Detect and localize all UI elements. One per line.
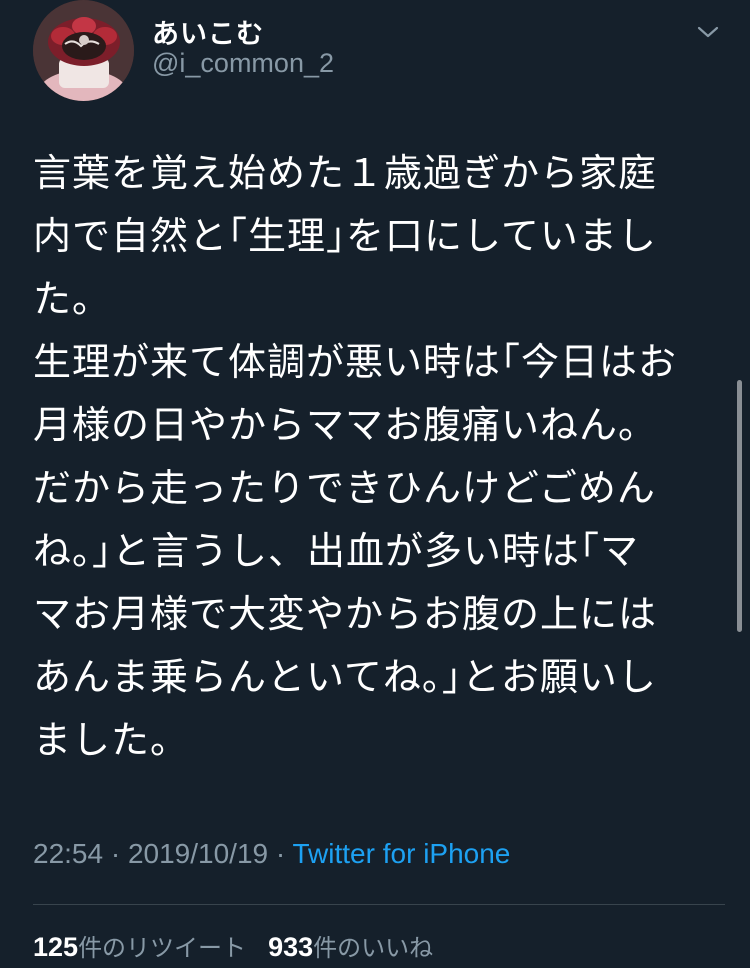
retweets-count: 125 (33, 932, 79, 962)
likes-count: 933 (268, 932, 314, 962)
tweet-line: 言葉を覚え始めた１歳過ぎから家庭 (33, 151, 658, 195)
retweets-label: 件のリツイート (78, 934, 247, 962)
tweet-line: あんま乗らんといてね。｣とお願いし (33, 655, 657, 699)
tweet-meta: 22:54 · 2019/10/19 · Twitter for iPhone (33, 838, 510, 870)
tweet-source-link[interactable]: Twitter for iPhone (293, 838, 511, 869)
tweet-line: 内で自然と｢生理｣を口にしていまし (33, 214, 657, 258)
likes-label: 件のいいね (313, 934, 434, 962)
tweet-stats: 125件のリツイート 933件のいいね (33, 928, 433, 963)
tweet-line: 月様の日やからママお腹痛いねん。 (33, 403, 658, 447)
tweet-line: た。 (33, 277, 112, 321)
meta-separator: · (103, 838, 128, 869)
retweets-stat[interactable]: 125件のリツイート (33, 932, 246, 962)
meta-separator: · (268, 838, 293, 869)
avatar-icon (33, 0, 134, 101)
tweet-line: マお月様で大変やからお腹の上には (33, 592, 658, 636)
display-name[interactable]: あいこむ (152, 12, 264, 51)
chevron-down-glyph (697, 26, 719, 38)
tweet-line: ました。 (33, 718, 190, 762)
tweet-header: あいこむ @i_common_2 (0, 0, 750, 110)
tweet-line: 生理が来て体調が悪い時は｢今日はお (33, 340, 678, 384)
likes-stat[interactable]: 933件のいいね (268, 932, 433, 962)
tweet-time: 22:54 (33, 838, 104, 869)
divider (33, 904, 725, 905)
tweet-line: だから走ったりできひんけどごめん (33, 466, 656, 510)
tweet-text: 言葉を覚え始めた１歳過ぎから家庭 内で自然と｢生理｣を口にしていまし た。 生理… (33, 142, 713, 772)
avatar[interactable] (33, 0, 134, 101)
scrollbar[interactable] (737, 380, 742, 632)
tweet-line: ね。｣と言うし、出血が多い時は｢マ (33, 529, 640, 573)
chevron-down-icon[interactable] (696, 22, 720, 42)
user-handle[interactable]: @i_common_2 (152, 48, 334, 79)
tweet-date: 2019/10/19 (127, 838, 269, 869)
